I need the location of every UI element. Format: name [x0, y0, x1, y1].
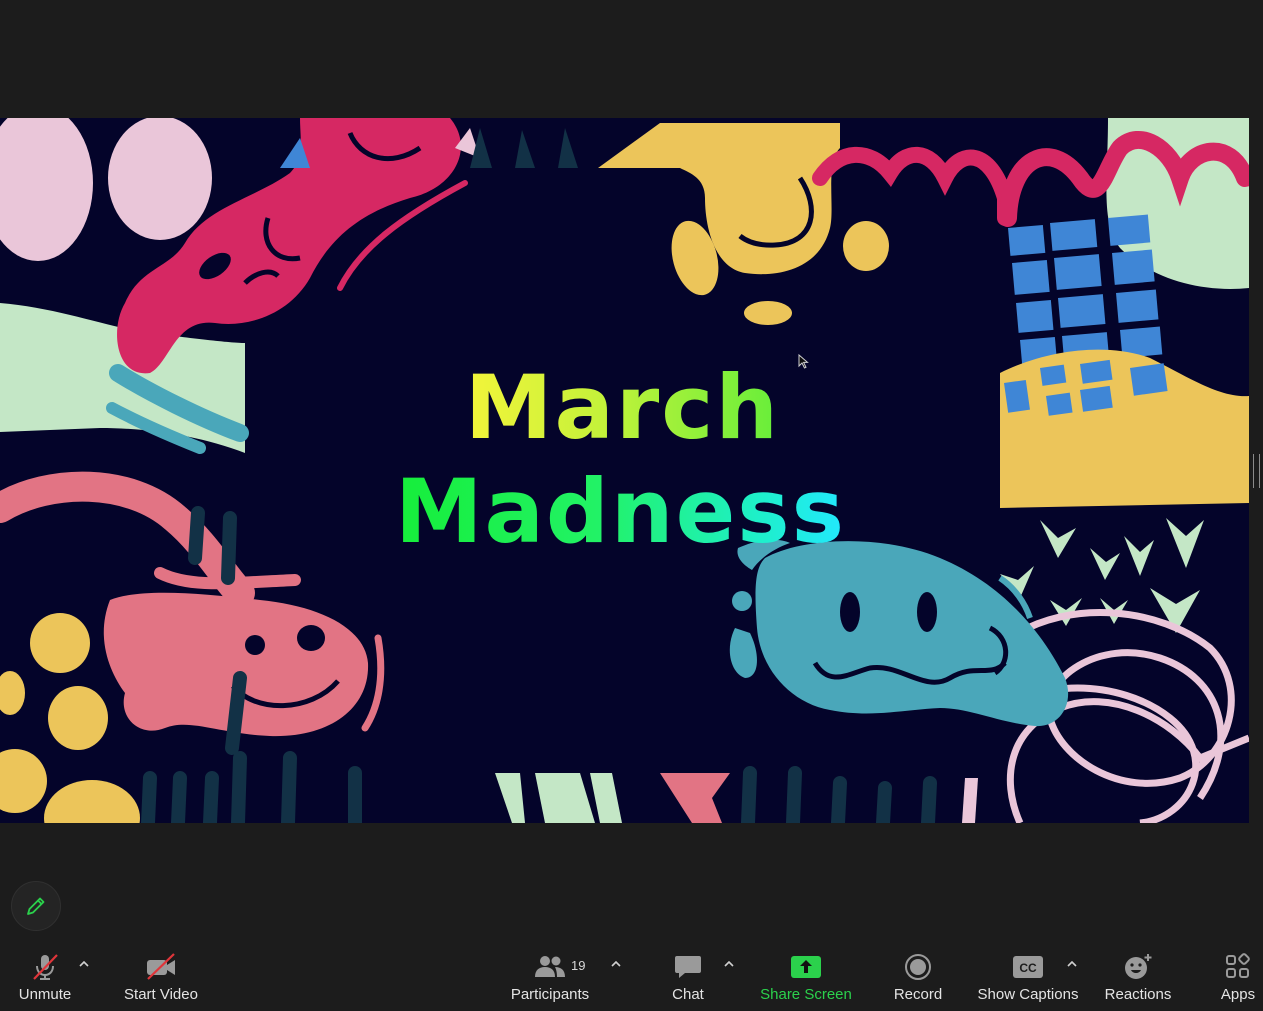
reactions-icon: [1125, 954, 1152, 979]
chevron-up-icon: [724, 961, 734, 967]
pencil-icon: [27, 897, 45, 915]
reactions-label: Reactions: [1104, 986, 1172, 1003]
apps-label: Apps: [1220, 986, 1256, 1003]
participants-button[interactable]: Participants: [505, 940, 595, 1011]
meeting-toolbar: Unmute Start Video Participants 19 Chat …: [0, 940, 1263, 1011]
share-screen-label: Share Screen: [760, 986, 852, 1003]
split-view-handle[interactable]: [1253, 454, 1260, 488]
slide-title-line-2: Madness: [0, 460, 1245, 563]
video-off-icon: [147, 953, 175, 980]
share-screen-icon: [791, 956, 821, 978]
shared-screen-view: March Madness: [0, 118, 1249, 823]
cc-icon: CC: [1013, 956, 1043, 978]
slide-title-madness: Madness: [394, 460, 847, 563]
chevron-up-icon: [79, 961, 89, 967]
chat-options-caret[interactable]: [722, 954, 736, 974]
record-icon: [905, 954, 931, 980]
cc-icon-text: CC: [1019, 961, 1037, 975]
chat-label: Chat: [672, 986, 704, 1003]
participants-icon: [535, 956, 565, 977]
participants-options-caret[interactable]: [609, 954, 623, 974]
chat-button[interactable]: Chat: [660, 940, 716, 1011]
slide-title-march: March: [464, 356, 781, 459]
annotate-button[interactable]: [11, 881, 61, 931]
show-captions-label: Show Captions: [977, 986, 1079, 1003]
captions-options-caret[interactable]: [1065, 954, 1079, 974]
participants-label: Participants: [510, 986, 590, 1003]
mic-muted-icon: [33, 954, 58, 980]
chat-icon: [675, 956, 701, 978]
apps-button[interactable]: Apps: [1214, 940, 1262, 1011]
unmute-label: Unmute: [18, 986, 72, 1003]
reactions-button[interactable]: Reactions: [1100, 940, 1176, 1011]
show-captions-button[interactable]: CC Show Captions: [973, 940, 1083, 1011]
apps-icon: [1226, 953, 1250, 978]
slide-title-line-1: March: [0, 356, 1247, 459]
chevron-up-icon: [611, 961, 621, 967]
record-button[interactable]: Record: [888, 940, 948, 1011]
share-screen-button[interactable]: Share Screen: [756, 940, 856, 1011]
audio-options-caret[interactable]: [77, 954, 91, 974]
mouse-cursor-icon: [798, 354, 809, 369]
chevron-up-icon: [1067, 961, 1077, 967]
start-video-label: Start Video: [124, 986, 198, 1003]
start-video-button[interactable]: Start Video: [118, 940, 204, 1011]
participants-count-badge: 19: [571, 958, 586, 973]
unmute-button[interactable]: Unmute: [10, 940, 80, 1011]
record-label: Record: [893, 986, 943, 1003]
